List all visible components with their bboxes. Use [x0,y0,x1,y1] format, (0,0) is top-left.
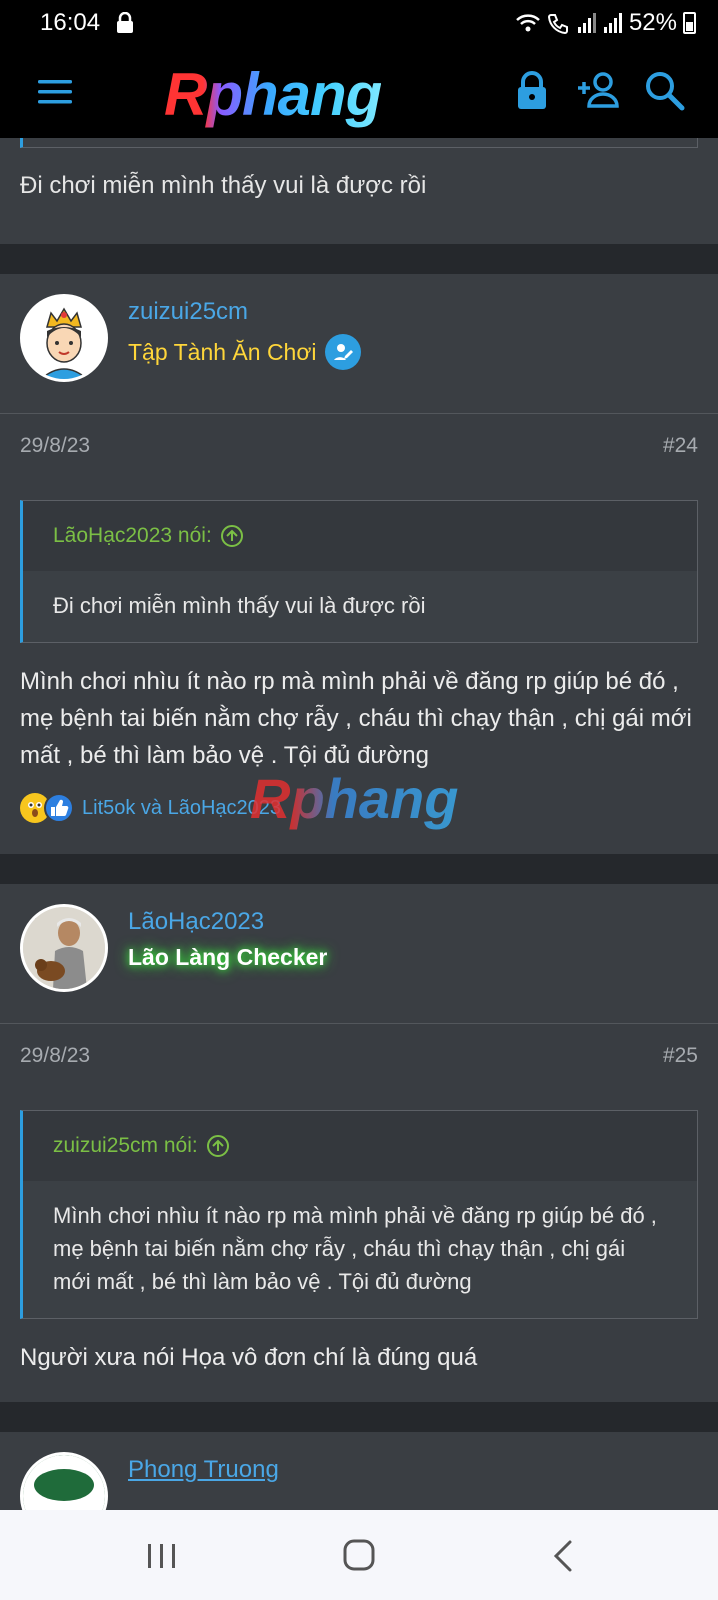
quote-block: zuizui25cm nói: Mình chơi nhìu ít nào rp… [20,1110,698,1319]
quote-block: LãoHạc2023 nói: Đi chơi miễn mình thấy v… [20,500,698,643]
avatar[interactable]: NO [20,904,108,992]
post-body: 29/8/23 #24 LãoHạc2023 nói: Đi chơi miễn… [0,414,718,854]
post-message: Mình chơi nhìu ít nào rp mà mình phải về… [20,668,692,769]
post-body: 29/8/23 #25 zuizui25cm nói: Mình chơi nh… [0,1024,718,1402]
previous-post-tail: Đi chơi miễn mình thấy vui là được rồi [0,138,718,244]
battery-level: 52% [628,9,677,36]
post-author-header: zuizui25cm Tập Tành Ăn Chơi [0,274,718,414]
site-logo[interactable]: Rphang [164,60,382,129]
back-icon[interactable] [546,1538,586,1574]
user-title-text: Tập Tành Ăn Chơi [128,338,317,365]
post-author-header: Phong Truong [0,1432,718,1510]
quote-header[interactable]: LãoHạc2023 nói: [23,501,697,571]
battery-icon [683,12,696,34]
quote-text: Mình chơi nhìu ít nào rp mà mình phải về… [23,1181,697,1318]
lock-status-icon [117,12,133,33]
post-author-header: NO LãoHạc2023 Lão Làng Checker [0,884,718,1024]
recent-apps-icon[interactable] [142,1538,182,1574]
post-number[interactable]: #24 [663,434,698,474]
username-link[interactable]: LãoHạc2023 [128,908,264,936]
status-time: 16:04 [40,9,101,36]
user-title-text: Lão Làng Checker [128,944,328,970]
quote-author[interactable]: zuizui25cm nói: [53,1134,198,1158]
post-date[interactable]: 29/8/23 [20,1044,90,1084]
status-bar: 16:04 52% [0,0,718,46]
thread-content[interactable]: Đi chơi miễn mình thấy vui là được rồi z… [0,138,718,1510]
app-header: Rphang [0,46,718,138]
signal-icon-2 [603,13,622,33]
quote-author[interactable]: LãoHạc2023 nói: [53,524,212,548]
post-separator [0,1402,718,1432]
user-title: Lão Làng Checker [128,944,327,971]
post-separator [0,854,718,884]
avatar[interactable] [20,1452,108,1510]
signal-icon [577,13,596,33]
arrow-up-circle-icon[interactable] [206,1134,230,1158]
quote-bottom-edge [20,138,698,148]
user-title: Tập Tành Ăn Chơi [128,334,361,370]
search-icon[interactable] [642,68,686,112]
username-link[interactable]: Phong Truong [128,1456,279,1484]
post-message: Người xưa nói Họa vô đơn chí là đúng quá [20,1344,478,1371]
like-reaction-icon [44,793,74,823]
menu-icon[interactable] [36,72,76,112]
post-separator [0,244,718,274]
username-link[interactable]: zuizui25cm [128,298,248,326]
verified-badge-icon [324,334,361,370]
quote-text: Đi chơi miễn mình thấy vui là được rồi [23,571,697,642]
system-nav-bar [0,1510,718,1600]
arrow-up-circle-icon[interactable] [220,524,244,548]
svg-text:NO: NO [25,912,37,921]
wifi-call-icon [547,14,568,34]
wifi-icon [516,14,540,32]
home-icon[interactable] [340,1538,380,1574]
register-add-user-icon[interactable] [576,68,620,112]
post-date[interactable]: 29/8/23 [20,434,90,474]
watermark-logo: Rphang [250,767,459,830]
post-number[interactable]: #25 [663,1044,698,1084]
quote-header[interactable]: zuizui25cm nói: [23,1111,697,1181]
avatar[interactable] [20,294,108,382]
login-lock-icon[interactable] [510,68,554,112]
post-message: Đi chơi miễn mình thấy vui là được rồi [20,172,427,199]
